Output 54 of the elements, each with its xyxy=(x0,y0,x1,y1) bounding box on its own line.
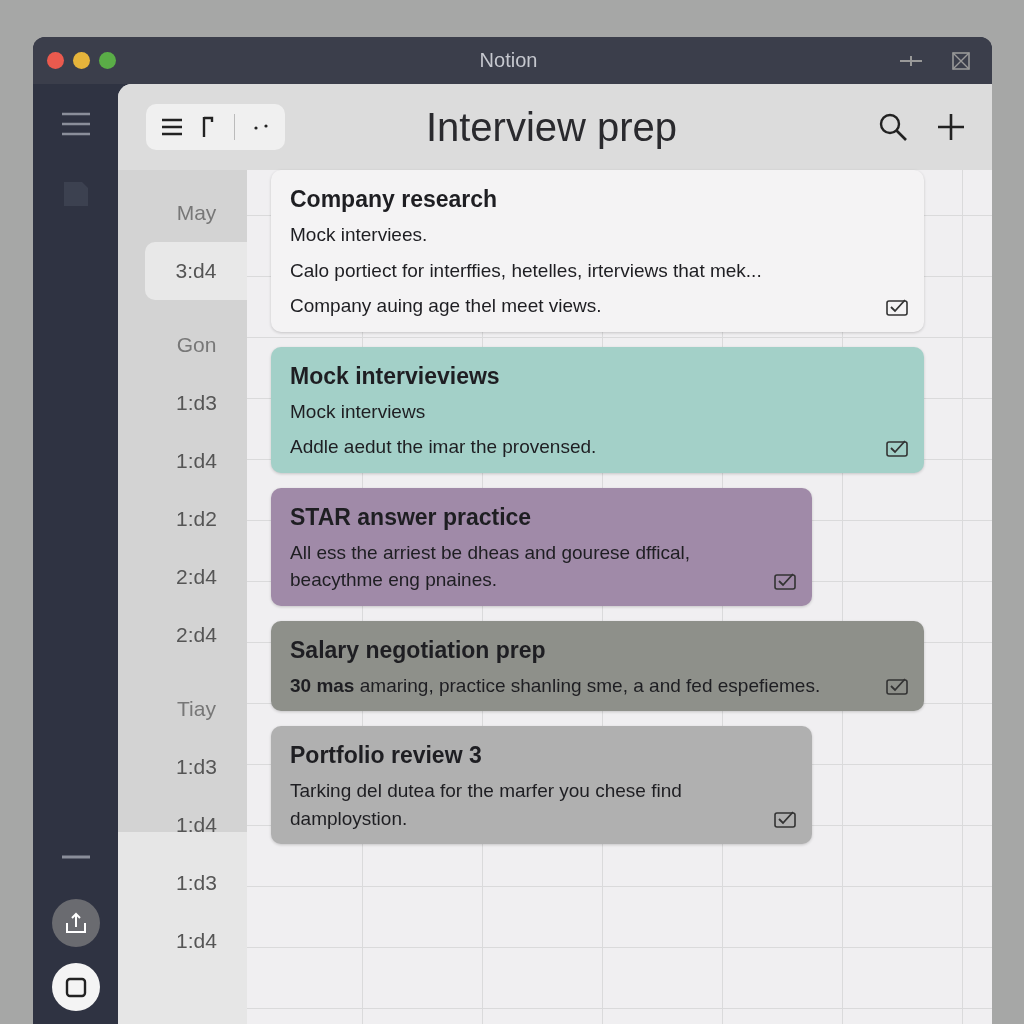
upload-icon xyxy=(63,911,88,935)
time-label[interactable]: 1:d4 xyxy=(118,432,247,490)
card-text: 30 mas amaring, practice shanling sme, a and fed espefiemes. xyxy=(290,673,822,698)
task-card[interactable]: Company research Mock interviees. Calo portiect for interffies, hetelles, irterviews that mek... Company auing age thel meet views. xyxy=(271,170,924,332)
window-title: Notion xyxy=(478,49,539,72)
card-text: Mock interviees. xyxy=(290,223,429,247)
checkbox-icon[interactable] xyxy=(886,438,908,457)
card-text: All ess the arriest be dheas and gourese dffical, beacythme eng pnaines. xyxy=(290,540,691,593)
square-button[interactable] xyxy=(51,963,100,1011)
checkbox-icon[interactable] xyxy=(886,297,908,316)
window-control-icon[interactable] xyxy=(47,52,64,69)
card-title: Company research xyxy=(290,186,499,213)
card-text: Mock interviews xyxy=(290,399,427,424)
card-text: Addle aedut the imar the provensed. xyxy=(290,435,598,460)
time-label[interactable]: 1:d3 xyxy=(118,374,247,432)
card-text: Tarking del dutea for the marfer you chese find damploystion. xyxy=(290,779,683,831)
card-title: Portfolio review 3 xyxy=(290,742,483,770)
task-card[interactable]: STAR answer practice All ess the arriest be dheas and gourese dffical, beacythme eng pnaines. xyxy=(271,487,812,606)
window-control-icon[interactable] xyxy=(73,52,90,69)
month-label[interactable]: Tiay xyxy=(118,680,247,738)
card-title: Salary negotiation prep xyxy=(290,636,547,664)
page-title: Interview prep xyxy=(424,104,679,150)
checkbox-icon[interactable] xyxy=(774,571,796,590)
flag-icon[interactable] xyxy=(200,115,216,139)
divider-line xyxy=(61,855,90,859)
card-text: Calo portiect for interffies, hetelles, irterviews that mek... xyxy=(290,258,763,283)
search-icon[interactable] xyxy=(878,112,908,142)
time-label[interactable]: 1:d4 xyxy=(118,796,247,854)
checkbox-icon[interactable] xyxy=(886,677,908,696)
upload-button[interactable] xyxy=(51,899,100,947)
card-title: Mock intervieviews xyxy=(290,362,501,390)
minimize-icon[interactable] xyxy=(900,53,922,68)
close-icon[interactable] xyxy=(952,51,970,70)
card-title: STAR answer practice xyxy=(290,503,533,531)
card-text: Company auing age thel meet views. xyxy=(290,294,603,319)
task-card[interactable]: Mock intervieviews Mock interviews Addle aedut the imar the provensed. xyxy=(271,346,924,473)
time-label[interactable]: 2:d4 xyxy=(118,606,247,664)
more-icon[interactable] xyxy=(253,123,269,131)
square-icon xyxy=(64,976,87,998)
task-card[interactable]: Portfolio review 3 Tarking del dutea for the marfer you chese find damploystion. xyxy=(271,726,812,845)
month-label[interactable]: May xyxy=(118,184,247,242)
checkbox-icon[interactable] xyxy=(774,810,796,829)
window-control-icon[interactable] xyxy=(99,52,116,69)
month-label[interactable]: Gon xyxy=(118,316,247,374)
time-label[interactable]: 1:d4 xyxy=(118,912,247,970)
task-card[interactable]: Salary negotiation prep 30 mas amaring, practice shanling sme, a and fed espefiemes. xyxy=(271,620,924,712)
time-label[interactable]: 1:d2 xyxy=(118,490,247,548)
time-label[interactable]: 1:d3 xyxy=(118,854,247,912)
add-icon[interactable] xyxy=(938,114,964,140)
time-label[interactable]: 1:d3 xyxy=(118,738,247,796)
time-label[interactable]: 3:d4 xyxy=(145,242,247,300)
list-icon[interactable] xyxy=(162,118,182,136)
menu-icon[interactable] xyxy=(61,112,90,136)
time-label[interactable]: 2:d4 xyxy=(118,548,247,606)
